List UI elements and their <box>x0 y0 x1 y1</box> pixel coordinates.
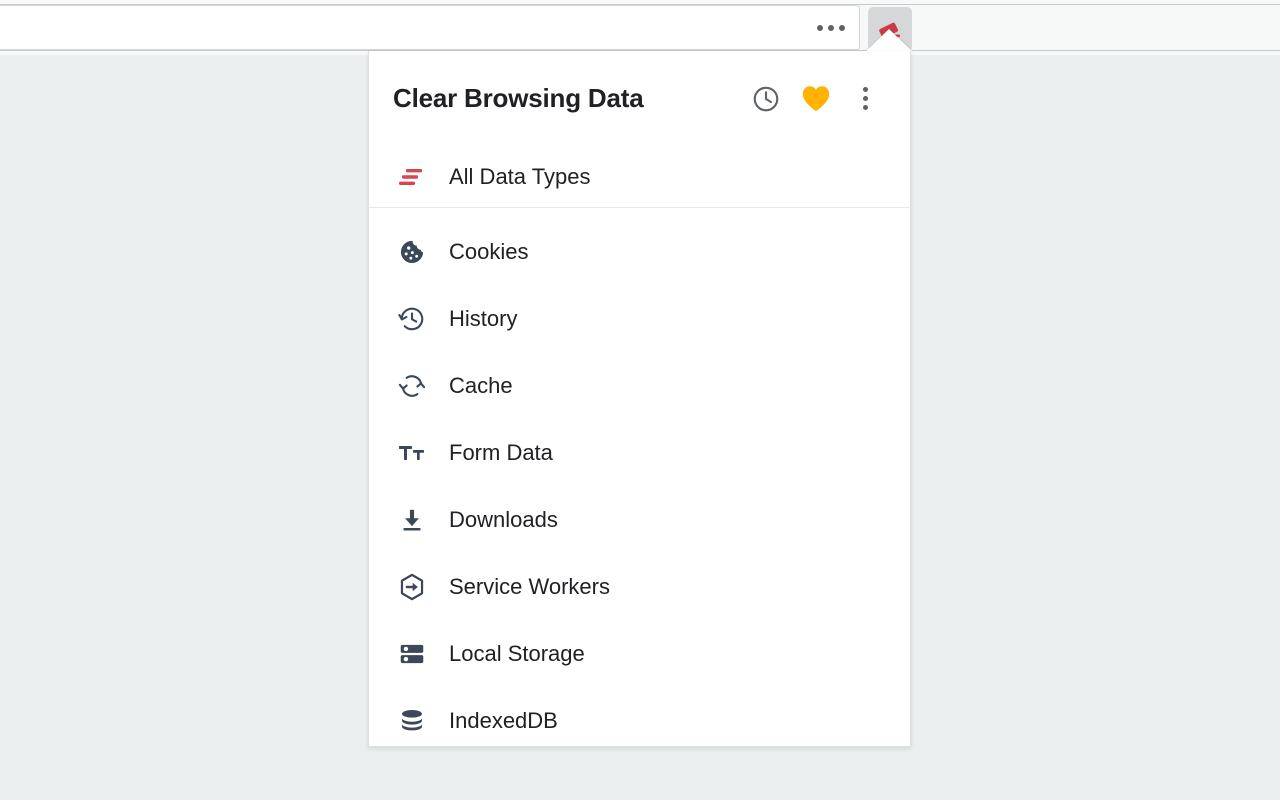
clock-glyph <box>751 84 781 114</box>
list-item-cache[interactable]: Cache <box>369 352 910 419</box>
refresh-glyph <box>398 372 426 400</box>
dot <box>828 25 834 31</box>
database-glyph <box>399 708 425 734</box>
dot <box>839 25 845 31</box>
list-item-label: Local Storage <box>449 643 585 665</box>
database-icon <box>393 706 431 736</box>
list-item-label: Cookies <box>449 241 528 263</box>
download-glyph <box>399 507 425 533</box>
cookie-glyph <box>398 238 426 266</box>
page-title: Clear Browsing Data <box>393 83 736 114</box>
service-worker-hex-icon <box>393 572 431 602</box>
history-glyph <box>398 305 426 333</box>
form-text-icon <box>393 438 431 468</box>
history-icon <box>393 304 431 334</box>
browser-toolbar <box>0 0 1280 55</box>
cookie-icon <box>393 237 431 267</box>
list-item-label: Cache <box>449 375 513 397</box>
popup-pointer-arrow <box>865 29 913 52</box>
data-type-list: Cookies History <box>369 208 910 754</box>
server-rack-glyph <box>399 641 425 667</box>
list-item-history[interactable]: History <box>369 285 910 352</box>
list-item-downloads[interactable]: Downloads <box>369 486 910 553</box>
local-storage-icon <box>393 639 431 669</box>
popup-header: Clear Browsing Data <box>369 51 910 146</box>
text-format-glyph <box>398 441 426 465</box>
three-dots-icon[interactable] <box>817 25 845 31</box>
hexagon-arrow-glyph <box>398 573 426 601</box>
address-bar[interactable] <box>0 5 860 50</box>
cache-refresh-icon <box>393 371 431 401</box>
heart-icon[interactable] <box>796 79 836 119</box>
list-item-label: Service Workers <box>449 576 610 598</box>
list-item-form-data[interactable]: Form Data <box>369 419 910 486</box>
list-item-indexeddb[interactable]: IndexedDB <box>369 687 910 754</box>
list-item-label: Form Data <box>449 442 553 464</box>
list-item-label: IndexedDB <box>449 710 558 732</box>
sort-lines-glyph <box>399 167 425 187</box>
dot <box>863 105 868 110</box>
list-item-label: All Data Types <box>449 166 590 188</box>
list-item-local-storage[interactable]: Local Storage <box>369 620 910 687</box>
list-item-label: History <box>449 308 517 330</box>
clear-browsing-data-popup: Clear Browsing Data All Da <box>368 51 911 747</box>
list-item-all-data-types[interactable]: All Data Types <box>369 146 910 208</box>
history-clock-icon[interactable] <box>746 79 786 119</box>
heart-glyph <box>801 85 831 112</box>
dot <box>863 87 868 92</box>
dot <box>863 96 868 101</box>
kebab-menu-icon[interactable] <box>852 79 878 119</box>
list-item-cookies[interactable]: Cookies <box>369 218 910 285</box>
list-item-label: Downloads <box>449 509 558 531</box>
list-item-service-workers[interactable]: Service Workers <box>369 553 910 620</box>
dot <box>817 25 823 31</box>
sort-lines-icon <box>393 162 431 192</box>
download-icon <box>393 505 431 535</box>
